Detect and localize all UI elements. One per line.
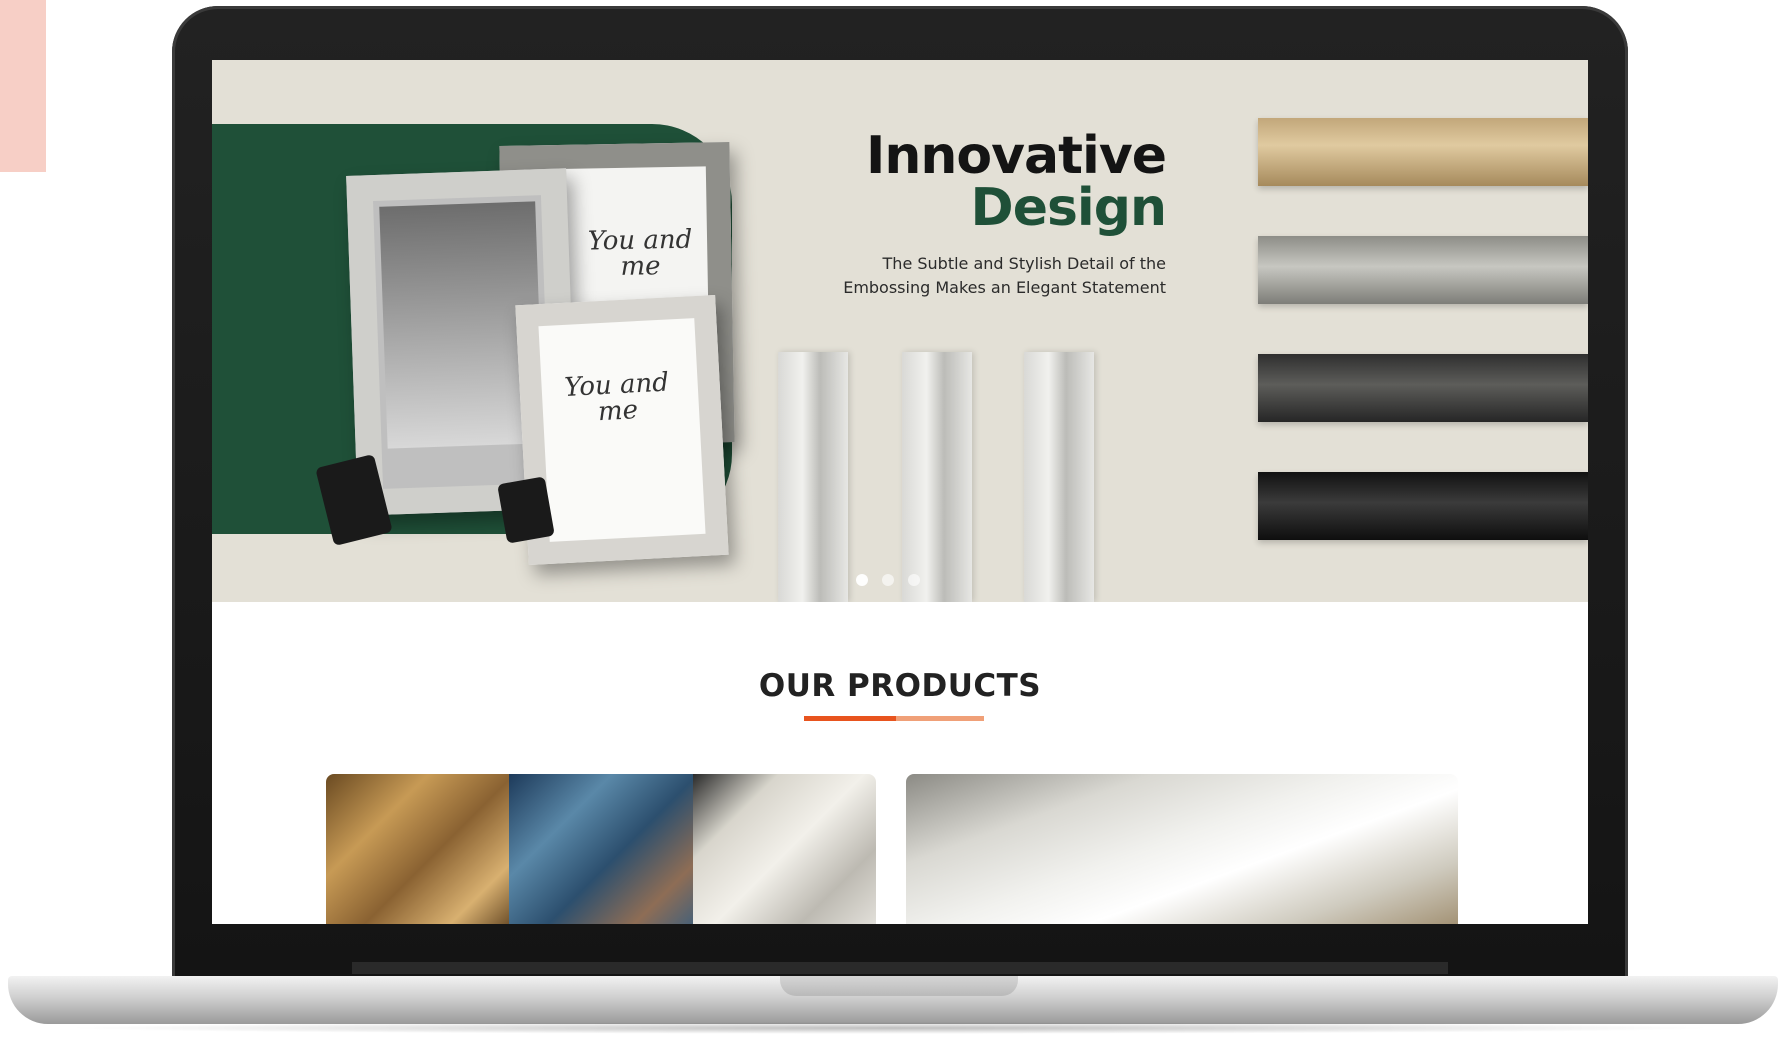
product-card-mouldings[interactable] [906, 774, 1458, 924]
moulding-sample-dark [1258, 354, 1588, 422]
frame-script-text: You and me [563, 367, 670, 428]
hero-title: Innovative Design [866, 126, 1167, 238]
carousel-dot-1[interactable] [856, 574, 868, 586]
underline-segment-dark [804, 716, 896, 721]
underline-segment-light [896, 716, 984, 721]
product-image-white-corner [692, 774, 876, 924]
laptop-shadow [60, 1022, 1720, 1034]
product-image-gold-corner [326, 774, 510, 924]
moulding-sample-vertical-1 [778, 352, 848, 602]
frame-script-text: You and me [587, 224, 693, 282]
hero-subtitle-line-1: The Subtle and Stylish Detail of the [882, 254, 1166, 273]
carousel-dots [856, 574, 920, 586]
carousel-dot-2[interactable] [882, 574, 894, 586]
decorative-pink-block [0, 0, 46, 172]
laptop-screen: You and me You and me Innovative Design … [212, 60, 1588, 924]
moulding-sample-black [1258, 472, 1588, 540]
moulding-sample-gold [1258, 118, 1588, 186]
laptop-hinge [352, 962, 1448, 974]
hero-title-line-1: Innovative [866, 126, 1167, 186]
hero-banner[interactable]: You and me You and me Innovative Design … [212, 60, 1588, 602]
laptop-notch [780, 976, 1018, 996]
hero-subtitle-line-2: Embossing Makes an Elegant Statement [843, 278, 1166, 297]
product-card-frame-corners[interactable] [326, 774, 876, 924]
hero-subtitle: The Subtle and Stylish Detail of the Emb… [746, 252, 1166, 300]
products-heading-underline [804, 716, 984, 721]
moulding-sample-vertical-3 [1024, 352, 1094, 602]
moulding-sample-silver [1258, 236, 1588, 304]
carousel-dot-3[interactable] [908, 574, 920, 586]
hero-title-line-2: Design [970, 178, 1167, 238]
product-image-blue-corner [509, 774, 693, 924]
moulding-sample-vertical-2 [902, 352, 972, 602]
frame-stand [497, 476, 555, 544]
products-heading: OUR PRODUCTS [758, 668, 1042, 704]
